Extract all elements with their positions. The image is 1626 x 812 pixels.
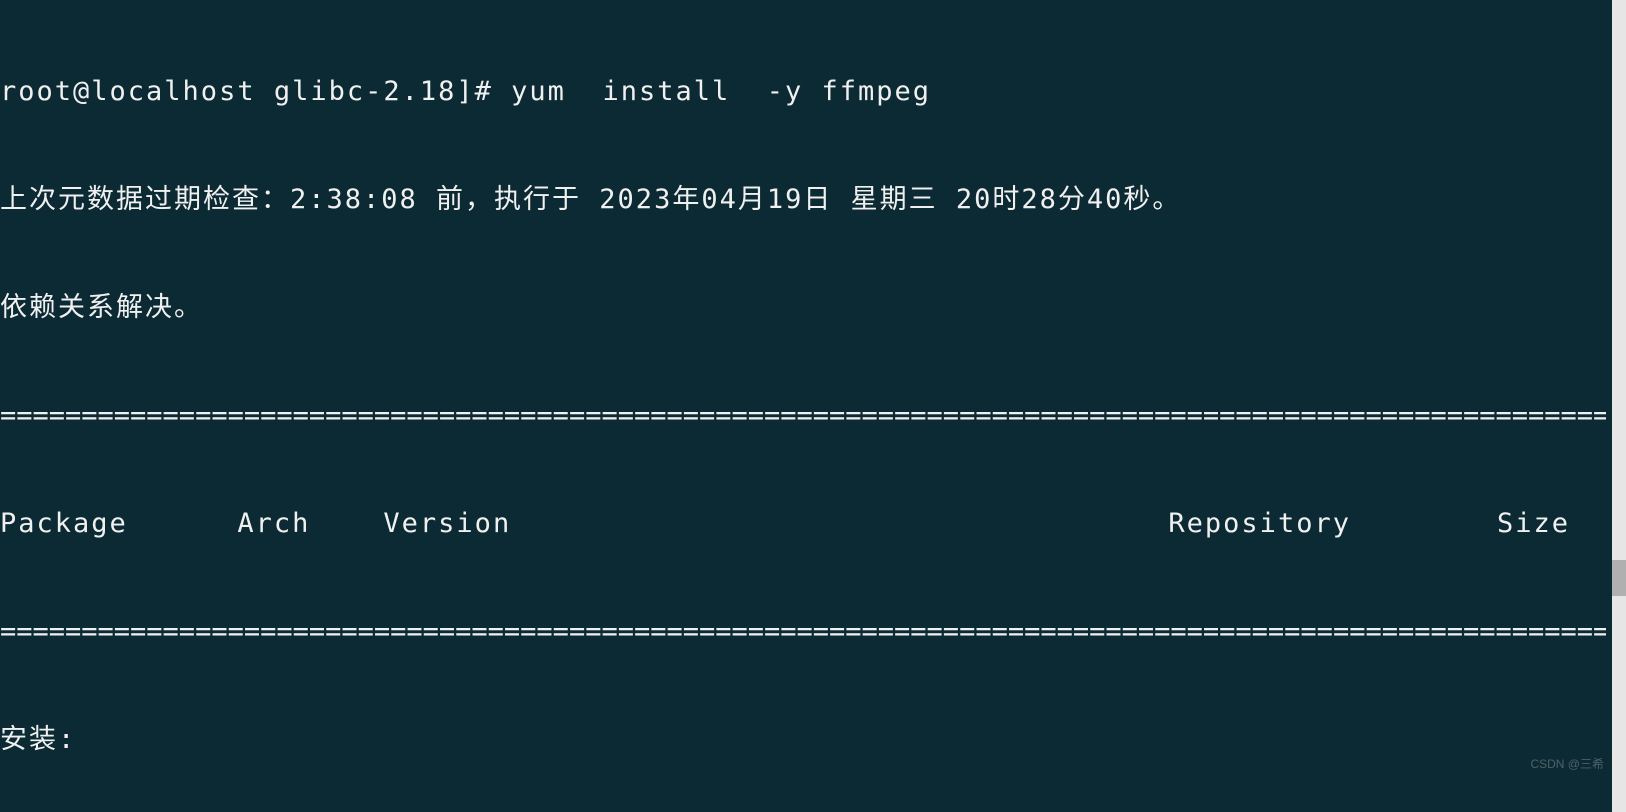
scroll-thumb[interactable] — [1612, 560, 1626, 596]
csdn-watermark: CSDN @三希 — [1530, 746, 1604, 782]
metadata-cache-line: 上次元数据过期检查：2:38:08 前，执行于 2023年04月19日 星期三 … — [0, 182, 1606, 218]
prompt-line: root@localhost glibc-2.18]# yum install … — [0, 74, 1606, 110]
table-divider-bottom: ========================================… — [0, 614, 1606, 650]
header-version: Version — [383, 508, 511, 539]
header-arch: Arch — [237, 508, 310, 539]
shell-command: yum install -y ffmpeg — [511, 76, 931, 107]
header-size: Size — [1497, 508, 1570, 539]
header-repo: Repository — [1168, 508, 1351, 539]
vertical-scrollbar[interactable] — [1612, 0, 1626, 812]
table-divider-top: ========================================… — [0, 398, 1606, 434]
shell-prompt: root@localhost glibc-2.18]# — [0, 76, 493, 107]
table-header: Package Arch Version Repository Size — [0, 506, 1606, 542]
header-package: Package — [0, 508, 128, 539]
section-install: 安装: — [0, 722, 1606, 758]
dep-resolved-line: 依赖关系解决。 — [0, 290, 1606, 326]
terminal-pane[interactable]: root@localhost glibc-2.18]# yum install … — [0, 0, 1610, 812]
